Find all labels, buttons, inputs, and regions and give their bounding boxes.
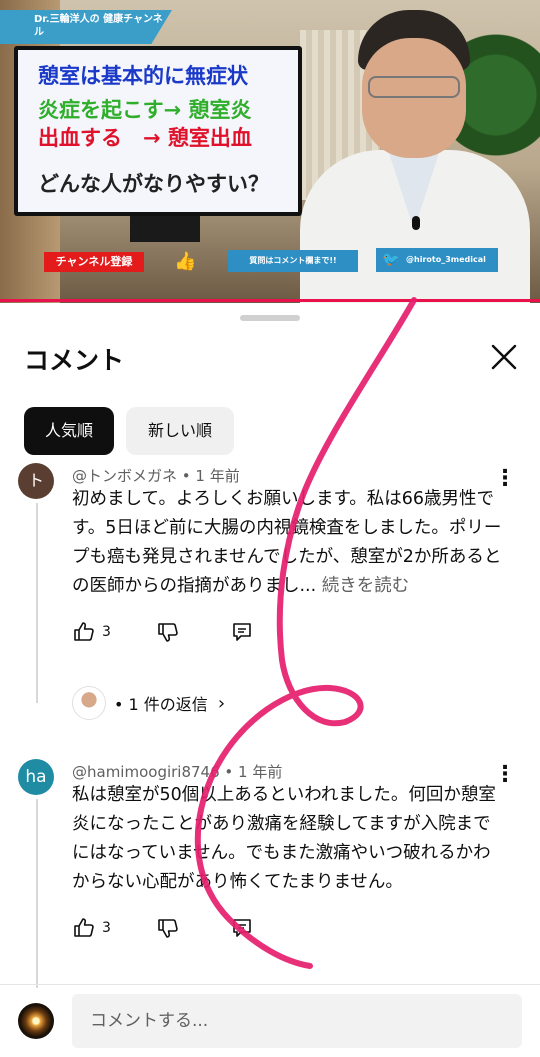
thumbs-up-overlay-icon: 👍 (174, 251, 197, 272)
comment-author[interactable]: @トンボメガネ (72, 467, 177, 485)
close-button[interactable] (486, 339, 522, 375)
slide-line-2: 炎症を起こす→ 憩室炎 (38, 98, 252, 122)
channel-tag-label: Dr.三輪洋人の 健康チャンネル (34, 14, 163, 38)
question-overlay: 質問はコメント欄まで!! (228, 250, 358, 272)
like-button[interactable]: 3 (72, 913, 111, 943)
thumbs-down-icon (158, 623, 178, 642)
reply-comment-icon (233, 623, 251, 641)
comment-meta: @トンボメガネ • 1 年前 (72, 465, 240, 486)
comment-time: 1 年前 (238, 763, 283, 781)
lapel-mic (412, 216, 420, 230)
twitter-bird-icon: 🐦 (382, 252, 400, 268)
comment-time: 1 年前 (195, 467, 240, 485)
comment-text: 私は憩室が50個以上あるといわれました。何回か憩室炎になったことがあり激痛を経験… (72, 781, 502, 897)
dislike-button[interactable] (156, 617, 180, 647)
slide-line-4: どんな人がなりやすい？ (38, 172, 269, 196)
meta-separator: • (219, 763, 239, 781)
close-icon (491, 344, 517, 370)
avatar[interactable]: ha (18, 759, 54, 795)
read-more-link[interactable]: 続きを読む (322, 576, 410, 596)
like-button[interactable]: 3 (72, 617, 111, 647)
video-progress-bar[interactable] (0, 299, 540, 302)
drag-handle[interactable] (240, 315, 300, 321)
slide-monitor: 憩室は基本的に無症状 炎症を起こす→ 憩室炎 出血する → 憩室出血 どんな人が… (14, 46, 302, 216)
dislike-button[interactable] (156, 913, 180, 943)
comment-meta: @hamimoogiri8746 • 1 年前 (72, 761, 282, 782)
replies-count: 1 件の返信 (128, 695, 208, 714)
slide-line-1: 憩室は基本的に無症状 (38, 64, 248, 88)
reply-avatar (72, 686, 106, 720)
presenter-face (362, 38, 466, 158)
sheet-title: コメント (24, 346, 125, 375)
thread-line (36, 503, 38, 703)
comment-body: 私は憩室が50個以上あるといわれました。何回か憩室炎になったことがあり激痛を経験… (72, 785, 496, 892)
comments-list[interactable]: ト @トンボメガネ • 1 年前 ⋮ 初めまして。よろしくお願いします。私は66… (0, 463, 540, 988)
comment-body: 初めまして。よろしくお願いします。私は66歳男性です。5日ほど前に大腸の内視鏡検… (72, 489, 502, 596)
reply-button[interactable] (230, 913, 254, 943)
presenter-glasses (368, 76, 460, 98)
thumbs-up-icon (74, 918, 94, 937)
comments-sheet: コメント 人気順 新しい順 ト @トンボメガネ • 1 年前 ⋮ 初めまして。よ… (0, 303, 540, 1057)
meta-separator: • (177, 467, 196, 485)
reply-comment-icon (233, 919, 251, 937)
thumbs-up-icon (74, 622, 94, 641)
reply-button[interactable] (230, 617, 254, 647)
sort-chip-newest[interactable]: 新しい順 (126, 407, 234, 455)
comment-text: 初めまして。よろしくお願いします。私は66歳男性です。5日ほど前に大腸の内視鏡検… (72, 485, 502, 601)
video-player[interactable]: Dr.三輪洋人の 健康チャンネル 憩室は基本的に無症状 炎症を起こす→ 憩室炎 … (0, 0, 540, 303)
my-avatar (18, 1003, 54, 1039)
sort-chip-top[interactable]: 人気順 (24, 407, 114, 455)
slide-line-3: 出血する → 憩室出血 (38, 126, 252, 150)
composer-divider (0, 984, 540, 985)
thread-line (36, 799, 38, 988)
view-replies-button[interactable]: • 1 件の返信 › (72, 685, 225, 721)
thumbs-down-icon (158, 919, 178, 938)
avatar[interactable]: ト (18, 463, 54, 499)
comment-author[interactable]: @hamimoogiri8746 (72, 763, 220, 781)
chevron-right-icon: › (217, 692, 226, 714)
replies-label: • 1 件の返信 (114, 695, 208, 714)
subscribe-overlay: チャンネル登録 (44, 252, 144, 272)
slide-screen: 憩室は基本的に無症状 炎症を起こす→ 憩室炎 出血する → 憩室出血 どんな人が… (18, 50, 298, 212)
monitor-stand (130, 216, 200, 242)
channel-tag: Dr.三輪洋人の 健康チャンネル (0, 10, 172, 44)
like-count: 3 (102, 920, 111, 936)
like-count: 3 (102, 624, 111, 640)
comment-input[interactable]: コメントする... (72, 994, 522, 1048)
